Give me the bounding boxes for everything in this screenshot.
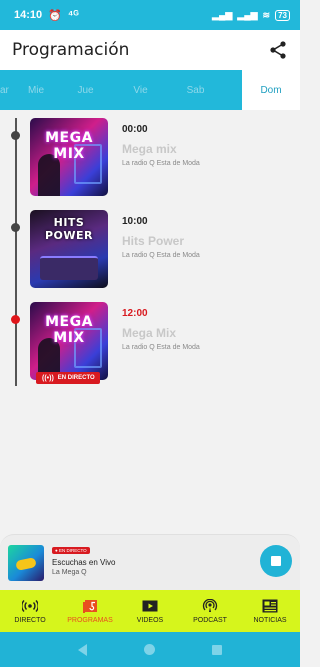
thumbnail-logo-text: MEGA MIX: [45, 130, 93, 162]
timeline-dot: [11, 131, 20, 140]
program-subtitle: La radio Q Esta de Moda: [122, 344, 200, 351]
live-badge-label: EN DIRECTO: [57, 375, 95, 381]
player-live-tag: ● EN DIRECTO: [52, 547, 90, 554]
tab-mar[interactable]: ar: [0, 70, 14, 110]
timeline-line: [15, 118, 17, 386]
programs-icon: [83, 599, 97, 613]
back-icon[interactable]: [78, 643, 88, 656]
player-thumbnail: [8, 545, 44, 581]
tab-mie[interactable]: Mie: [14, 70, 58, 110]
timeline-dot-live: [11, 315, 20, 324]
program-time: 00:00: [122, 124, 148, 135]
program-thumbnail: MEGA MIX: [30, 118, 108, 196]
program-item[interactable]: MEGA MIX 00:00 Mega mix La radio Q Esta …: [30, 118, 290, 198]
program-name: Mega mix: [122, 142, 177, 156]
alarm-icon: ⏰: [48, 9, 62, 22]
tab-dom[interactable]: Dom: [242, 70, 300, 110]
battery-icon: 73: [275, 9, 290, 21]
stop-icon: [271, 556, 281, 566]
program-time: 12:00: [122, 308, 148, 319]
program-thumbnail: HITS POWER: [30, 210, 108, 288]
nav-label: PODCAST: [193, 616, 227, 624]
player-title: Escuchas en Vivo: [52, 558, 116, 567]
nav-videos[interactable]: VIDEOS: [120, 590, 180, 632]
app-bar: Programación: [0, 30, 300, 70]
program-thumbnail: MEGA MIX: [30, 302, 108, 380]
system-navigation-bar: [0, 632, 300, 667]
tab-sab[interactable]: Sab: [168, 70, 223, 110]
news-icon: [262, 599, 278, 612]
program-name: Mega Mix: [122, 326, 177, 340]
tab-jue[interactable]: Jue: [58, 70, 113, 110]
recent-apps-icon[interactable]: [211, 644, 222, 655]
live-broadcast-icon: ((•)): [42, 374, 54, 382]
broadcast-icon: [22, 599, 38, 612]
thumbnail-logo-text: MEGA MIX: [45, 314, 93, 346]
thumbnail-dj-deck: [40, 256, 98, 280]
program-item-live[interactable]: MEGA MIX ((•)) EN DIRECTO 12:00 Mega Mix…: [30, 302, 290, 386]
player-subtitle: La Mega Q: [52, 569, 87, 576]
program-item[interactable]: HITS POWER 10:00 Hits Power La radio Q E…: [30, 210, 290, 290]
network-type-icon: ⁴ᴳ: [67, 9, 79, 21]
home-icon[interactable]: [143, 644, 155, 655]
signal-icon-2: ▂▄▆: [237, 9, 258, 20]
day-tabs: ar Mie Jue Vie Sab Dom: [0, 70, 300, 110]
tab-vie[interactable]: Vie: [113, 70, 168, 110]
thumbnail-logo-text: HITS POWER: [44, 216, 94, 242]
nav-label: DIRECTO: [14, 616, 46, 624]
program-name: Hits Power: [122, 234, 185, 248]
program-subtitle: La radio Q Esta de Moda: [122, 252, 200, 259]
nav-directo[interactable]: DIRECTO: [0, 590, 60, 632]
live-badge: ((•)) EN DIRECTO: [36, 372, 100, 384]
signal-icon: ▂▄▆: [212, 9, 233, 20]
nav-noticias[interactable]: NOTICIAS: [240, 590, 300, 632]
share-icon[interactable]: [268, 40, 288, 60]
nav-label: PROGRAMAS: [67, 616, 113, 624]
timeline-dot: [11, 223, 20, 232]
mini-player[interactable]: ● EN DIRECTO Escuchas en Vivo La Mega Q: [0, 534, 300, 590]
nav-label: VIDEOS: [136, 616, 164, 624]
wifi-icon: ≋: [262, 9, 271, 20]
nav-podcast[interactable]: PODCAST: [180, 590, 240, 632]
status-bar: 14:10 ⏰ ⁴ᴳ ▂▄▆ ▂▄▆ ≋ 73: [0, 0, 300, 30]
bottom-navigation: DIRECTO PROGRAMAS VIDEOS PODCAST NOTICIA…: [0, 590, 300, 632]
page-title: Programación: [12, 40, 130, 60]
program-time: 10:00: [122, 216, 148, 227]
stop-button[interactable]: [260, 545, 292, 577]
status-time: 14:10: [14, 9, 43, 21]
nav-programas[interactable]: PROGRAMAS: [60, 590, 120, 632]
nav-label: NOTICIAS: [253, 616, 287, 624]
play-video-icon: [142, 600, 158, 611]
program-subtitle: La radio Q Esta de Moda: [122, 160, 200, 167]
podcast-icon: [202, 598, 218, 612]
